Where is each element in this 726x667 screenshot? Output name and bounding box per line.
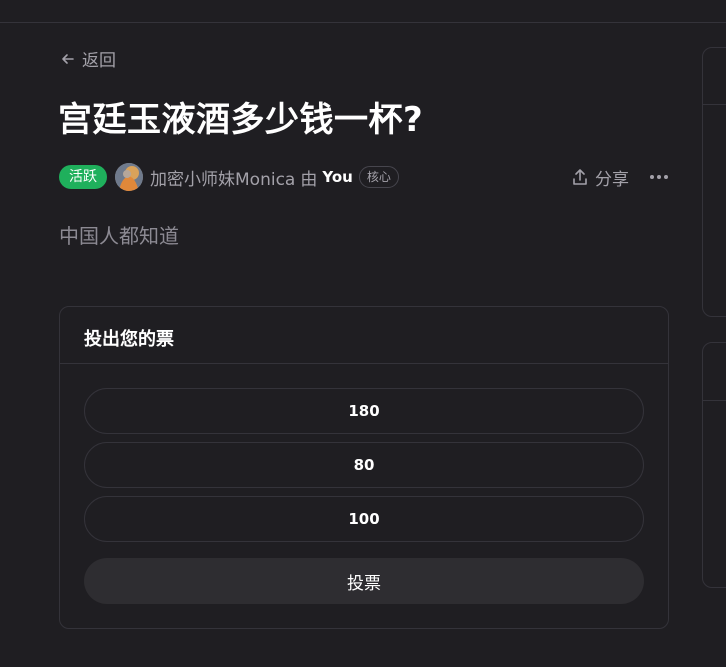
poll-option[interactable]: 180 — [84, 388, 644, 434]
poll-option[interactable]: 80 — [84, 442, 644, 488]
side-panel-top — [702, 47, 726, 317]
share-icon — [573, 169, 587, 185]
poll-divider — [60, 363, 668, 364]
side-panel-divider — [703, 104, 726, 105]
poll-card: 投出您的票 180 80 100 投票 — [59, 306, 669, 629]
status-badge: 活跃 — [59, 165, 107, 189]
side-panel-bottom — [702, 342, 726, 588]
vote-button[interactable]: 投票 — [84, 558, 644, 604]
share-label: 分享 — [595, 169, 629, 190]
arrow-left-icon — [62, 53, 74, 64]
back-link[interactable]: 返回 — [60, 46, 116, 71]
more-button[interactable] — [649, 167, 669, 187]
share-button[interactable]: 分享 — [571, 165, 629, 190]
post-meta: 活跃 加密小师妹Monica 由 You 核心 分享 — [59, 162, 669, 192]
poll-option[interactable]: 100 — [84, 496, 644, 542]
avatar[interactable] — [115, 163, 143, 191]
side-panel-divider — [703, 400, 726, 401]
role-badge: 核心 — [358, 166, 399, 188]
post-description: 中国人都知道 — [59, 224, 179, 248]
page-title: 宫廷玉液酒多少钱一杯? — [58, 100, 424, 140]
author-name[interactable]: 加密小师妹Monica — [150, 165, 295, 190]
by-label: 由 — [300, 169, 318, 190]
header-divider — [0, 22, 726, 23]
avatar-image — [115, 163, 143, 191]
by-user[interactable]: You — [322, 168, 352, 186]
back-link-label: 返回 — [82, 51, 116, 71]
more-horizontal-icon — [650, 175, 668, 179]
poll-title: 投出您的票 — [84, 329, 174, 350]
